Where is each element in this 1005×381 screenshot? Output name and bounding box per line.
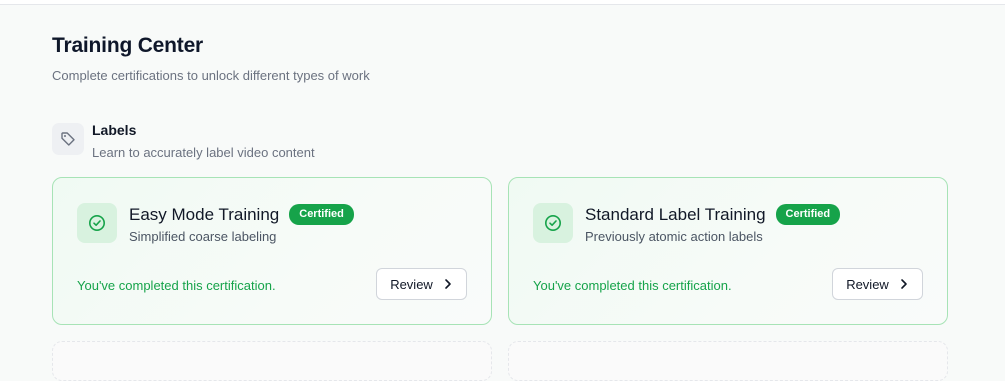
check-circle-icon bbox=[533, 203, 573, 243]
card-subtitle: Previously atomic action labels bbox=[585, 229, 763, 244]
card-title: Easy Mode Training bbox=[129, 204, 280, 224]
card-status: You've completed this certification. bbox=[77, 278, 276, 293]
certified-badge: Certified bbox=[289, 204, 354, 225]
certification-card-easy-mode: Easy Mode Training Certified Simplified … bbox=[52, 177, 492, 325]
check-circle-icon bbox=[77, 203, 117, 243]
chevron-right-icon bbox=[445, 279, 451, 289]
review-button[interactable]: Review bbox=[832, 268, 923, 300]
top-bar bbox=[0, 0, 1005, 5]
certification-card-placeholder bbox=[52, 341, 492, 381]
section-title: Labels bbox=[92, 122, 137, 138]
certification-card-placeholder bbox=[508, 341, 948, 381]
review-button[interactable]: Review bbox=[376, 268, 467, 300]
card-title: Standard Label Training bbox=[585, 204, 766, 224]
review-button-label: Review bbox=[846, 276, 889, 292]
card-title-row: Standard Label Training Certified bbox=[585, 204, 841, 225]
certification-card-standard-label: Standard Label Training Certified Previo… bbox=[508, 177, 948, 325]
page-title: Training Center bbox=[52, 34, 204, 57]
page-subtitle: Complete certifications to unlock differ… bbox=[52, 68, 370, 83]
certified-badge: Certified bbox=[775, 204, 841, 225]
card-status: You've completed this certification. bbox=[533, 278, 732, 293]
section-subtitle: Learn to accurately label video content bbox=[92, 145, 315, 160]
card-title-row: Easy Mode Training Certified bbox=[129, 204, 354, 225]
chevron-right-icon bbox=[901, 279, 907, 289]
card-subtitle: Simplified coarse labeling bbox=[129, 229, 277, 244]
tag-icon bbox=[52, 123, 84, 155]
review-button-label: Review bbox=[390, 276, 433, 292]
